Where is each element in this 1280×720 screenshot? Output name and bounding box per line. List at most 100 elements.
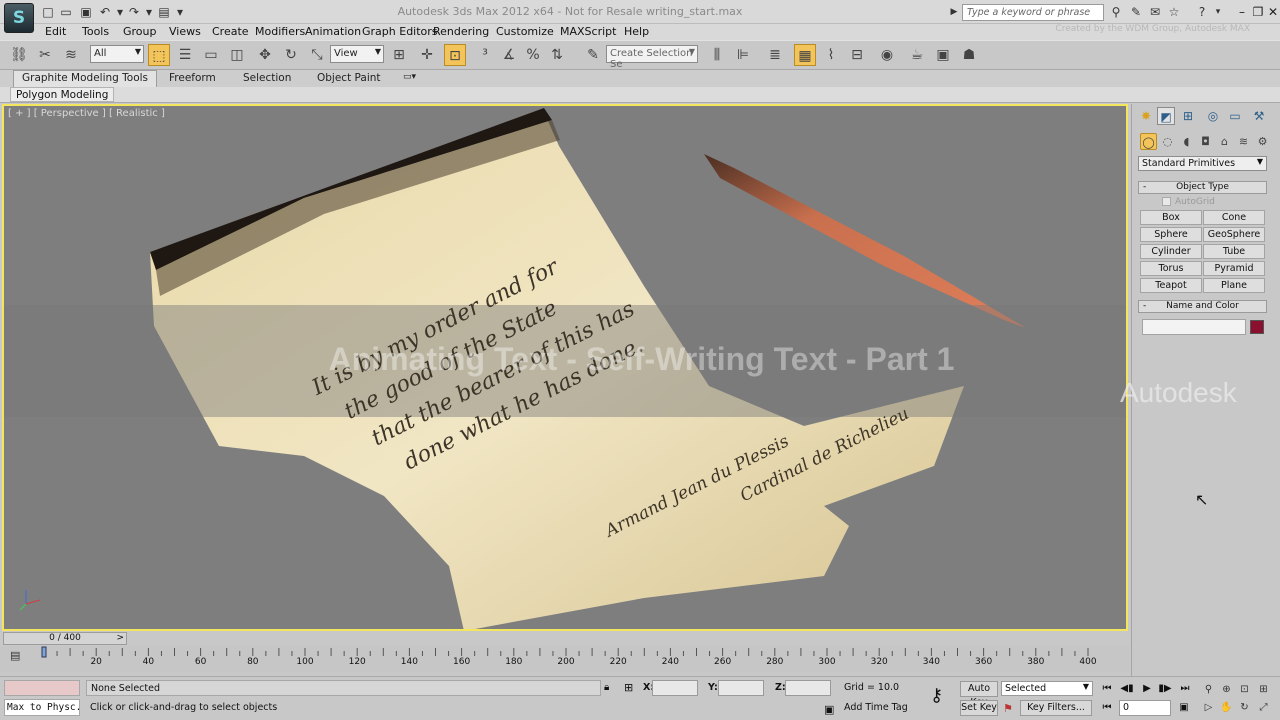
menu-help[interactable]: Help bbox=[624, 25, 649, 38]
application-menu-button[interactable]: S bbox=[4, 3, 34, 33]
undo-icon[interactable]: ↶ bbox=[97, 4, 113, 20]
tube-button[interactable]: Tube bbox=[1203, 244, 1265, 259]
go-to-end-icon[interactable]: ⏭ bbox=[1177, 681, 1193, 697]
save-file-icon[interactable]: ▣ bbox=[78, 4, 94, 20]
maximize-viewport-icon[interactable]: ⤢ bbox=[1256, 700, 1271, 715]
layer-manager-icon[interactable]: ≣ bbox=[764, 44, 786, 66]
favorites-star-icon[interactable]: ☆ bbox=[1166, 4, 1182, 20]
rectangular-selection-icon[interactable]: ▭ bbox=[200, 44, 222, 66]
object-type-rollout[interactable]: - Object Type bbox=[1138, 181, 1267, 194]
tab-selection[interactable]: Selection bbox=[243, 72, 291, 84]
next-frame-icon[interactable]: ▮▶ bbox=[1157, 681, 1173, 697]
object-name-field[interactable] bbox=[1142, 319, 1246, 335]
torus-button[interactable]: Torus bbox=[1140, 261, 1202, 276]
menu-animation[interactable]: Animation bbox=[305, 25, 361, 38]
keyboard-shortcut-override-icon[interactable]: ⊡ bbox=[444, 44, 466, 66]
menu-views[interactable]: Views bbox=[169, 25, 201, 38]
key-mode-dropdown[interactable]: Selected ▼ bbox=[1001, 681, 1093, 696]
new-file-icon[interactable]: □ bbox=[40, 4, 56, 20]
time-configuration-icon[interactable]: ▣ bbox=[1176, 700, 1192, 716]
communication-center-icon[interactable]: ✉ bbox=[1147, 4, 1163, 20]
play-icon[interactable]: ▶ bbox=[1139, 681, 1155, 697]
pivot-center-icon[interactable]: ⊞ bbox=[388, 44, 410, 66]
minimize-icon[interactable]: – bbox=[1234, 4, 1250, 20]
ribbon-options-icon[interactable]: ▭▾ bbox=[403, 72, 416, 82]
object-category-dropdown[interactable]: Standard Primitives ▼ bbox=[1138, 156, 1267, 171]
current-frame-field[interactable]: 0 bbox=[1119, 700, 1171, 716]
schematic-view-icon[interactable]: ⊟ bbox=[846, 44, 868, 66]
select-by-name-icon[interactable]: ☰ bbox=[174, 44, 196, 66]
perspective-viewport[interactable]: [ + ] [ Perspective ] [ Realistic ] It i… bbox=[2, 104, 1128, 631]
percent-snap-icon[interactable]: % bbox=[522, 44, 544, 66]
binoculars-icon[interactable]: ⚲ bbox=[1108, 4, 1124, 20]
edit-named-selection-icon[interactable]: ✎ bbox=[582, 44, 604, 66]
key-mode-toggle-icon[interactable]: ⏮ bbox=[1099, 700, 1115, 716]
expand-arrow-icon[interactable]: ▶ bbox=[946, 4, 962, 20]
x-coordinate-field[interactable] bbox=[652, 680, 698, 696]
sphere-button[interactable]: Sphere bbox=[1140, 227, 1202, 242]
polygon-modeling-panel-button[interactable]: Polygon Modeling bbox=[10, 87, 115, 102]
menu-rendering[interactable]: Rendering bbox=[433, 25, 489, 38]
project-folder-icon[interactable]: ▤ bbox=[156, 4, 172, 20]
lights-category-icon[interactable]: ◖ bbox=[1178, 133, 1195, 150]
tab-graphite-modeling-tools[interactable]: Graphite Modeling Tools bbox=[13, 70, 158, 87]
zoom-all-icon[interactable]: ⊕ bbox=[1219, 682, 1234, 697]
plane-button[interactable]: Plane bbox=[1203, 278, 1265, 293]
go-to-start-icon[interactable]: ⏮ bbox=[1099, 681, 1115, 697]
bind-to-space-warp-icon[interactable]: ≋ bbox=[60, 44, 82, 66]
set-keys-icon[interactable]: ⚷ bbox=[930, 685, 943, 706]
select-and-manipulate-icon[interactable]: ✛ bbox=[416, 44, 438, 66]
name-and-color-rollout[interactable]: - Name and Color bbox=[1138, 300, 1267, 313]
cylinder-button[interactable]: Cylinder bbox=[1140, 244, 1202, 259]
systems-category-icon[interactable]: ⚙ bbox=[1254, 133, 1271, 150]
render-setup-icon[interactable]: ☕ bbox=[906, 44, 928, 66]
mirror-icon[interactable]: ⫼ bbox=[706, 44, 728, 66]
field-of-view-icon[interactable]: ▷ bbox=[1201, 700, 1216, 715]
material-editor-icon[interactable]: ◉ bbox=[876, 44, 898, 66]
help-icon[interactable]: ? bbox=[1194, 4, 1210, 20]
current-frame-marker[interactable] bbox=[41, 646, 47, 658]
geometry-category-icon[interactable]: ◯ bbox=[1140, 133, 1157, 150]
utilities-tab-icon[interactable]: ⚒ bbox=[1250, 107, 1268, 125]
quick-access-dropdown-icon[interactable]: ▾ bbox=[172, 4, 188, 20]
object-color-swatch[interactable] bbox=[1250, 320, 1264, 334]
menu-create[interactable]: Create bbox=[212, 25, 249, 38]
time-slider[interactable]: 0 / 400 > bbox=[3, 632, 127, 645]
help-search-input[interactable]: Type a keyword or phrase bbox=[962, 4, 1104, 21]
snaps-toggle-icon[interactable]: ³ bbox=[474, 44, 496, 66]
space-warps-category-icon[interactable]: ≋ bbox=[1235, 133, 1252, 150]
hierarchy-tab-icon[interactable]: ⊞ bbox=[1179, 107, 1197, 125]
set-key-button[interactable]: Set Key bbox=[960, 700, 998, 716]
mini-curve-editor-icon[interactable]: ▤ bbox=[10, 649, 26, 665]
spinner-snap-icon[interactable]: ⇅ bbox=[546, 44, 568, 66]
z-coordinate-field[interactable] bbox=[785, 680, 831, 696]
menu-graph-editors[interactable]: Graph Editors bbox=[362, 25, 438, 38]
curve-editor-icon[interactable]: ⌇ bbox=[820, 44, 842, 66]
track-bar[interactable]: ▤ 20 40 60 80 100 120 140 160 180 200 220 240 260 280… bbox=[0, 646, 1130, 672]
autogrid-checkbox[interactable]: AutoGrid bbox=[1162, 197, 1215, 207]
subscription-icon[interactable]: ✎ bbox=[1128, 4, 1144, 20]
zoom-extents-icon[interactable]: ⊡ bbox=[1237, 682, 1252, 697]
modify-tab-icon[interactable]: ◩ bbox=[1157, 107, 1175, 125]
helpers-category-icon[interactable]: ⌂ bbox=[1216, 133, 1233, 150]
align-icon[interactable]: ⊫ bbox=[732, 44, 754, 66]
cameras-category-icon[interactable]: ◘ bbox=[1197, 133, 1214, 150]
teapot-button[interactable]: Teapot bbox=[1140, 278, 1202, 293]
cone-button[interactable]: Cone bbox=[1203, 210, 1265, 225]
auto-key-button[interactable]: Auto Key bbox=[960, 681, 998, 708]
tab-object-paint[interactable]: Object Paint bbox=[317, 72, 381, 84]
selection-lock-icon[interactable]: 🔒︎ bbox=[604, 682, 609, 693]
previous-frame-icon[interactable]: ◀▮ bbox=[1119, 681, 1135, 697]
menu-group[interactable]: Group bbox=[123, 25, 157, 38]
zoom-icon[interactable]: ⚲ bbox=[1201, 682, 1216, 697]
graphite-ribbon-toggle-icon[interactable]: ▦ bbox=[794, 44, 816, 66]
restore-icon[interactable]: ❐ bbox=[1250, 4, 1266, 20]
select-and-move-icon[interactable]: ✥ bbox=[254, 44, 276, 66]
zoom-extents-all-icon[interactable]: ⊞ bbox=[1256, 682, 1271, 697]
select-and-scale-icon[interactable]: ⤡ bbox=[306, 44, 328, 66]
close-icon[interactable]: ✕ bbox=[1265, 4, 1280, 20]
select-object-icon[interactable]: ⬚ bbox=[148, 44, 170, 66]
key-filter-icon[interactable]: ⚑ bbox=[1003, 702, 1013, 715]
window-crossing-icon[interactable]: ◫ bbox=[226, 44, 248, 66]
geosphere-button[interactable]: GeoSphere bbox=[1203, 227, 1265, 242]
